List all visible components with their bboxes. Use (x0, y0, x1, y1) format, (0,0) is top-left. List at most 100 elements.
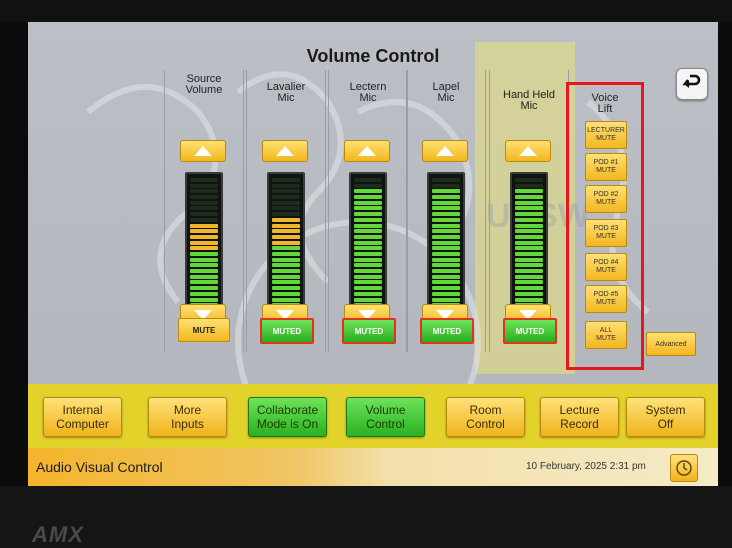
meter-segment (354, 195, 382, 200)
voice-lift-panel: Voice Lift LECTURER MUTE POD #1 MUTE POD #… (566, 82, 644, 370)
meter-segment (432, 297, 460, 302)
clock-button[interactable] (670, 454, 698, 482)
channel-mute-button[interactable]: MUTE (178, 318, 230, 342)
meter-segment (432, 240, 460, 245)
meter-segment (432, 229, 460, 234)
meter-segment (432, 178, 460, 182)
voice-lift-mute-button[interactable]: LECTURER MUTE (585, 121, 627, 149)
meter-segment (515, 206, 543, 211)
triangle-up-icon (276, 146, 294, 156)
nav-button[interactable]: More Inputs (148, 397, 227, 437)
meter-segment (272, 291, 300, 296)
volume-up-button[interactable] (262, 140, 308, 162)
voice-lift-mute-button[interactable]: POD #1 MUTE (585, 153, 627, 181)
channel-strip-3: Lapel Mic (406, 70, 486, 352)
meter-segment (515, 183, 543, 188)
channel-mute-button[interactable]: MUTED (260, 318, 314, 344)
channel-label: Lavalier Mic (266, 81, 306, 104)
meter-segment (515, 257, 543, 262)
meter-segment (190, 252, 218, 256)
volume-up-button[interactable] (422, 140, 468, 162)
triangle-up-icon (358, 146, 376, 156)
channel-mute-button[interactable]: MUTED (342, 318, 396, 344)
page-title: Volume Control (306, 46, 440, 66)
channel-strip-4: Hand Held Mic (489, 70, 569, 352)
meter-segment (272, 297, 300, 302)
voice-lift-mute-button[interactable]: POD #4 MUTE (585, 253, 627, 281)
channel-mute-button[interactable]: MUTED (503, 318, 557, 344)
triangle-up-icon (436, 146, 454, 156)
nav-button[interactable]: System Off (626, 397, 705, 437)
meter-segment (272, 217, 300, 222)
meter-segment (515, 291, 543, 296)
advanced-button[interactable]: Advanced (646, 332, 696, 356)
nav-button[interactable]: Volume Control (346, 397, 425, 437)
meter-segment (190, 246, 218, 251)
meter-segment (190, 195, 218, 200)
meter-segment (190, 229, 218, 234)
volume-up-button[interactable] (344, 140, 390, 162)
meter-segment (272, 200, 300, 205)
meter-segment (432, 286, 460, 291)
nav-button[interactable]: Lecture Record (540, 397, 619, 437)
meter-segment (432, 246, 460, 251)
meter-segment (272, 274, 300, 279)
meter-segment (354, 189, 382, 194)
meter-segment (272, 212, 300, 217)
meter-segment (515, 252, 543, 256)
meter-segment (190, 286, 218, 291)
meter-segment (354, 297, 382, 302)
meter-segment (190, 212, 218, 217)
meter-segment (190, 189, 218, 194)
voice-lift-mute-button[interactable]: POD #5 MUTE (585, 285, 627, 313)
meter-segment (190, 183, 218, 188)
volume-up-button[interactable] (505, 140, 551, 162)
meter-segment (354, 269, 382, 274)
volume-up-button[interactable] (180, 140, 226, 162)
meter-segment (272, 257, 300, 262)
nav-button[interactable]: Collaborate Mode is On (248, 397, 327, 437)
meter-segment (272, 240, 300, 245)
meter-segment (272, 223, 300, 228)
main-nav-bar: Internal Computer More Inputs Collaborate … (28, 384, 718, 448)
meter-segment (515, 280, 543, 285)
meter-segment (190, 206, 218, 211)
channel-mute-button[interactable]: MUTED (420, 318, 474, 344)
meter-segment (432, 234, 460, 239)
meter-segment (432, 252, 460, 256)
amx-logo: AMX (32, 522, 84, 547)
meter-segment (272, 252, 300, 256)
meter-segment (354, 212, 382, 217)
meter-segment (272, 189, 300, 194)
nav-button[interactable]: Internal Computer (43, 397, 122, 437)
meter-segment (190, 178, 218, 182)
nav-button[interactable]: Room Control (446, 397, 525, 437)
meter-segment (190, 274, 218, 279)
voice-lift-mute-button[interactable]: POD #3 MUTE (585, 219, 627, 247)
meter-segment (272, 246, 300, 251)
back-button[interactable] (676, 68, 708, 100)
meter-segment (272, 195, 300, 200)
meter-segment (515, 240, 543, 245)
channel-strip-2: Lectern Mic (328, 70, 408, 352)
meter-segment (515, 223, 543, 228)
meter-segment (272, 234, 300, 239)
voice-lift-mute-button[interactable]: ALL MUTE (585, 321, 627, 349)
meter-segment (432, 200, 460, 205)
meter-segment (432, 280, 460, 285)
meter-segment (190, 234, 218, 239)
meter-segment (190, 200, 218, 205)
voice-lift-mute-button[interactable]: POD #2 MUTE (585, 185, 627, 213)
meter-segment (515, 212, 543, 217)
meter-segment (515, 200, 543, 205)
triangle-up-icon (194, 146, 212, 156)
meter-segment (515, 263, 543, 268)
meter-segment (432, 263, 460, 268)
meter-segment (432, 195, 460, 200)
meter-segment (515, 269, 543, 274)
meter-segment (272, 269, 300, 274)
meter-segment (354, 240, 382, 245)
meter-segment (432, 257, 460, 262)
status-bar: Audio Visual Control 10 February, 2025 2… (28, 448, 718, 486)
clock-icon (676, 460, 692, 476)
